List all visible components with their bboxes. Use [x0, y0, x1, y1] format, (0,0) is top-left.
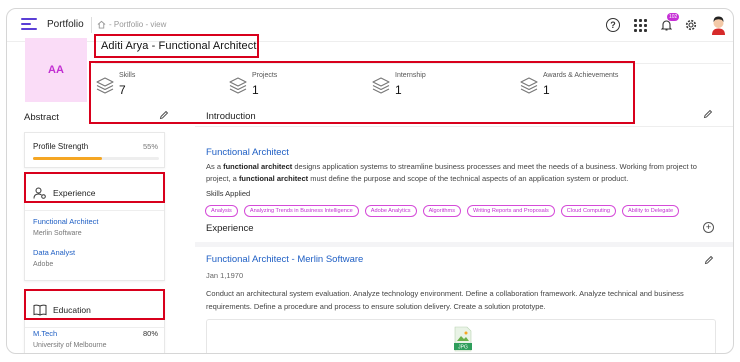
edit-pencil-icon[interactable] — [159, 110, 169, 120]
notification-bell-icon[interactable]: 102 — [659, 13, 680, 32]
introduction-role-title[interactable]: Functional Architect — [206, 147, 289, 158]
experience-date: Jan 1,1970 — [206, 271, 244, 280]
skill-chip[interactable]: Analyzing Trends in Business Intelligenc… — [243, 205, 359, 217]
edit-pencil-icon[interactable] — [703, 109, 713, 119]
experience-item-company: Merlin Software — [33, 230, 82, 237]
skill-chip[interactable]: Adobe Analytics — [364, 205, 417, 217]
menu-icon[interactable] — [21, 18, 37, 32]
skill-chip[interactable]: Algorithms — [422, 205, 462, 217]
home-icon[interactable] — [97, 20, 106, 29]
profile-initials-avatar: AA — [25, 38, 87, 102]
notification-badge: 102 — [667, 13, 680, 21]
experience-heading: Experience — [206, 223, 254, 234]
jpg-file-icon: JPG — [454, 326, 472, 352]
app-title: Portfolio — [47, 19, 84, 30]
skills-chip-list: Analysis Analyzing Trends in Business In… — [205, 205, 680, 217]
introduction-description: As a functional architect designs applic… — [206, 162, 697, 183]
introduction-heading: Introduction — [206, 111, 256, 122]
skill-chip[interactable]: Ability to Delegate — [622, 205, 680, 217]
edit-pencil-icon[interactable] — [704, 255, 714, 265]
experience-role-title[interactable]: Functional Architect - Merlin Software — [206, 254, 363, 265]
abstract-heading: Abstract — [24, 112, 59, 123]
user-avatar[interactable] — [710, 15, 727, 35]
highlight-box-name — [94, 34, 259, 58]
profile-strength-label: Profile Strength — [33, 142, 89, 151]
attachment-type-label: JPG — [458, 345, 468, 351]
profile-strength-card: Profile Strength 55% — [24, 132, 165, 168]
divider — [25, 210, 164, 211]
settings-gear-icon[interactable] — [684, 18, 698, 32]
experience-description: Conduct an architectural system evaluati… — [206, 289, 684, 311]
profile-strength-fill — [33, 157, 103, 160]
divider — [195, 126, 733, 127]
highlight-box-stats — [89, 61, 635, 124]
experience-item-title[interactable]: Data Analyst — [33, 248, 75, 257]
experience-item-company: Adobe — [33, 261, 54, 268]
profile-strength-percent: 55% — [142, 142, 158, 151]
apps-grid-icon[interactable] — [633, 18, 647, 32]
experience-item-title[interactable]: Functional Architect — [33, 217, 98, 226]
skills-applied-label: Skills Applied — [206, 189, 251, 198]
app-window: Portfolio - Portfolio - view ? 102 AA Ad… — [6, 8, 734, 354]
skill-chip[interactable]: Writing Reports and Proposals — [467, 205, 555, 217]
add-experience-icon[interactable]: + — [703, 222, 714, 233]
attachment-preview[interactable]: JPG — [206, 319, 716, 353]
divider — [25, 327, 164, 328]
breadcrumb-text: - Portfolio - view — [109, 20, 167, 29]
education-item-university: University of Melbourne — [33, 342, 107, 349]
section-divider — [195, 242, 733, 247]
skill-chip[interactable]: Analysis — [205, 205, 238, 217]
divider — [91, 17, 92, 33]
education-item-score: 80% — [142, 329, 158, 338]
help-icon[interactable]: ? — [606, 18, 620, 32]
skill-chip[interactable]: Cloud Computing — [560, 205, 617, 217]
education-item-title[interactable]: M.Tech — [33, 329, 57, 338]
breadcrumb[interactable]: - Portfolio - view — [97, 20, 166, 29]
highlight-box-experience — [24, 172, 165, 203]
highlight-box-education — [24, 289, 165, 320]
profile-strength-bar — [33, 157, 159, 160]
